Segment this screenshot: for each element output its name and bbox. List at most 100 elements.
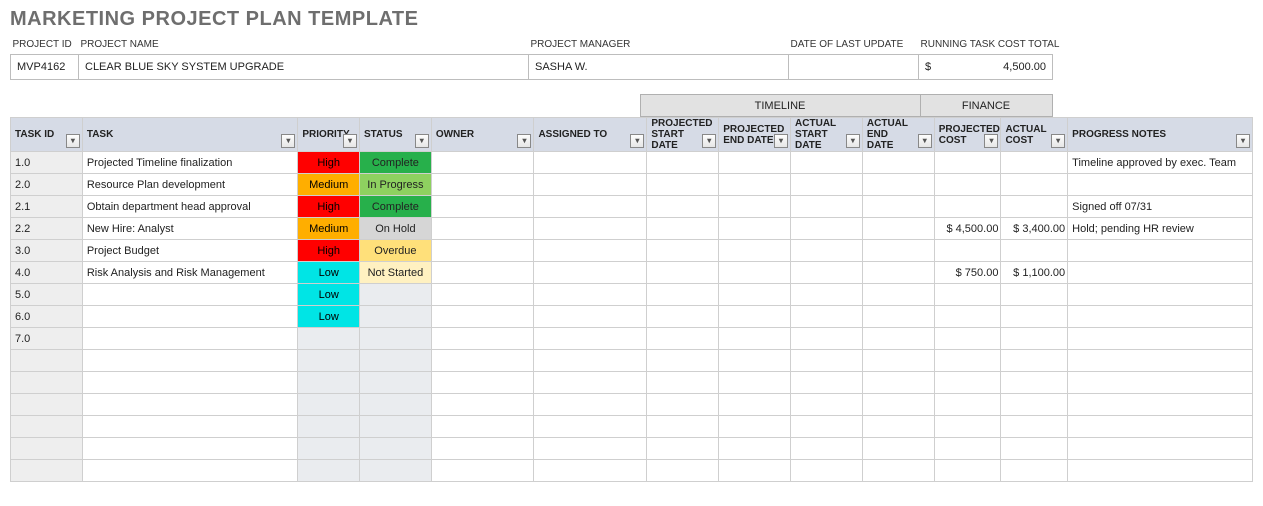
col-actual-start[interactable]: ACTUAL START DATE▾ xyxy=(791,118,863,152)
cell-priority[interactable]: Medium xyxy=(298,218,360,240)
value-date-last-update[interactable] xyxy=(789,55,919,80)
value-running-cost[interactable]: $ 4,500.00 xyxy=(919,55,1053,80)
cell-notes[interactable] xyxy=(1068,328,1253,350)
cell-proj-start[interactable] xyxy=(647,372,719,394)
cell-proj-start[interactable] xyxy=(647,306,719,328)
cell-act-start[interactable] xyxy=(791,328,863,350)
cell-status[interactable] xyxy=(359,438,431,460)
cell-proj-cost[interactable] xyxy=(934,240,1001,262)
col-projected-end[interactable]: PROJECTED END DATE▾ xyxy=(719,118,791,152)
cell-task-id[interactable]: 3.0 xyxy=(11,240,83,262)
cell-task-id[interactable]: 7.0 xyxy=(11,328,83,350)
cell-act-end[interactable] xyxy=(862,350,934,372)
cell-act-end[interactable] xyxy=(862,152,934,174)
cell-proj-cost[interactable] xyxy=(934,438,1001,460)
cell-act-cost[interactable] xyxy=(1001,328,1068,350)
cell-act-cost[interactable]: $ 3,400.00 xyxy=(1001,218,1068,240)
cell-owner[interactable] xyxy=(431,394,534,416)
cell-task[interactable] xyxy=(82,328,298,350)
cell-act-cost[interactable] xyxy=(1001,174,1068,196)
cell-proj-end[interactable] xyxy=(719,372,791,394)
cell-proj-cost[interactable] xyxy=(934,350,1001,372)
cell-status[interactable]: Complete xyxy=(359,196,431,218)
cell-proj-cost[interactable] xyxy=(934,394,1001,416)
cell-act-end[interactable] xyxy=(862,196,934,218)
cell-task[interactable] xyxy=(82,306,298,328)
col-task-id[interactable]: TASK ID▾ xyxy=(11,118,83,152)
cell-proj-cost[interactable] xyxy=(934,152,1001,174)
cell-act-end[interactable] xyxy=(862,460,934,482)
cell-assigned[interactable] xyxy=(534,372,647,394)
cell-proj-end[interactable] xyxy=(719,218,791,240)
cell-owner[interactable] xyxy=(431,328,534,350)
cell-act-end[interactable] xyxy=(862,394,934,416)
cell-assigned[interactable] xyxy=(534,416,647,438)
cell-owner[interactable] xyxy=(431,174,534,196)
cell-task[interactable] xyxy=(82,350,298,372)
cell-act-start[interactable] xyxy=(791,284,863,306)
cell-owner[interactable] xyxy=(431,372,534,394)
cell-assigned[interactable] xyxy=(534,174,647,196)
cell-status[interactable]: On Hold xyxy=(359,218,431,240)
cell-assigned[interactable] xyxy=(534,350,647,372)
cell-proj-end[interactable] xyxy=(719,438,791,460)
cell-proj-end[interactable] xyxy=(719,394,791,416)
cell-status[interactable] xyxy=(359,460,431,482)
cell-proj-start[interactable] xyxy=(647,438,719,460)
cell-assigned[interactable] xyxy=(534,284,647,306)
cell-status[interactable] xyxy=(359,350,431,372)
cell-notes[interactable] xyxy=(1068,262,1253,284)
cell-proj-end[interactable] xyxy=(719,460,791,482)
cell-assigned[interactable] xyxy=(534,394,647,416)
cell-act-cost[interactable] xyxy=(1001,438,1068,460)
cell-proj-cost[interactable] xyxy=(934,196,1001,218)
cell-priority[interactable] xyxy=(298,460,360,482)
cell-task[interactable]: Projected Timeline finalization xyxy=(82,152,298,174)
cell-owner[interactable] xyxy=(431,218,534,240)
cell-act-start[interactable] xyxy=(791,350,863,372)
cell-task-id[interactable] xyxy=(11,460,83,482)
cell-priority[interactable] xyxy=(298,394,360,416)
col-progress-notes[interactable]: PROGRESS NOTES▾ xyxy=(1068,118,1253,152)
cell-act-start[interactable] xyxy=(791,372,863,394)
cell-act-end[interactable] xyxy=(862,306,934,328)
col-priority[interactable]: PRIORITY▾ xyxy=(298,118,360,152)
cell-act-end[interactable] xyxy=(862,438,934,460)
cell-task-id[interactable] xyxy=(11,350,83,372)
cell-notes[interactable] xyxy=(1068,306,1253,328)
cell-priority[interactable]: Low xyxy=(298,284,360,306)
cell-act-start[interactable] xyxy=(791,174,863,196)
cell-proj-cost[interactable] xyxy=(934,284,1001,306)
cell-priority[interactable] xyxy=(298,350,360,372)
value-project-name[interactable]: CLEAR BLUE SKY SYSTEM UPGRADE xyxy=(79,55,529,80)
cell-notes[interactable] xyxy=(1068,372,1253,394)
value-project-manager[interactable]: SASHA W. xyxy=(529,55,789,80)
cell-task-id[interactable]: 2.1 xyxy=(11,196,83,218)
cell-status[interactable] xyxy=(359,306,431,328)
cell-act-start[interactable] xyxy=(791,152,863,174)
filter-dropdown-icon[interactable]: ▾ xyxy=(281,134,295,148)
cell-task[interactable]: Project Budget xyxy=(82,240,298,262)
cell-owner[interactable] xyxy=(431,196,534,218)
cell-task[interactable] xyxy=(82,394,298,416)
cell-act-cost[interactable] xyxy=(1001,460,1068,482)
cell-assigned[interactable] xyxy=(534,438,647,460)
cell-assigned[interactable] xyxy=(534,240,647,262)
cell-proj-end[interactable] xyxy=(719,174,791,196)
filter-dropdown-icon[interactable]: ▾ xyxy=(702,134,716,148)
cell-act-start[interactable] xyxy=(791,196,863,218)
cell-notes[interactable]: Hold; pending HR review xyxy=(1068,218,1253,240)
cell-assigned[interactable] xyxy=(534,328,647,350)
cell-proj-cost[interactable] xyxy=(934,416,1001,438)
col-owner[interactable]: OWNER▾ xyxy=(431,118,534,152)
cell-priority[interactable] xyxy=(298,416,360,438)
cell-task-id[interactable] xyxy=(11,372,83,394)
cell-proj-start[interactable] xyxy=(647,262,719,284)
cell-status[interactable]: Complete xyxy=(359,152,431,174)
cell-act-end[interactable] xyxy=(862,372,934,394)
cell-task-id[interactable]: 4.0 xyxy=(11,262,83,284)
cell-notes[interactable] xyxy=(1068,350,1253,372)
filter-dropdown-icon[interactable]: ▾ xyxy=(984,134,998,148)
cell-priority[interactable]: Medium xyxy=(298,174,360,196)
cell-assigned[interactable] xyxy=(534,152,647,174)
